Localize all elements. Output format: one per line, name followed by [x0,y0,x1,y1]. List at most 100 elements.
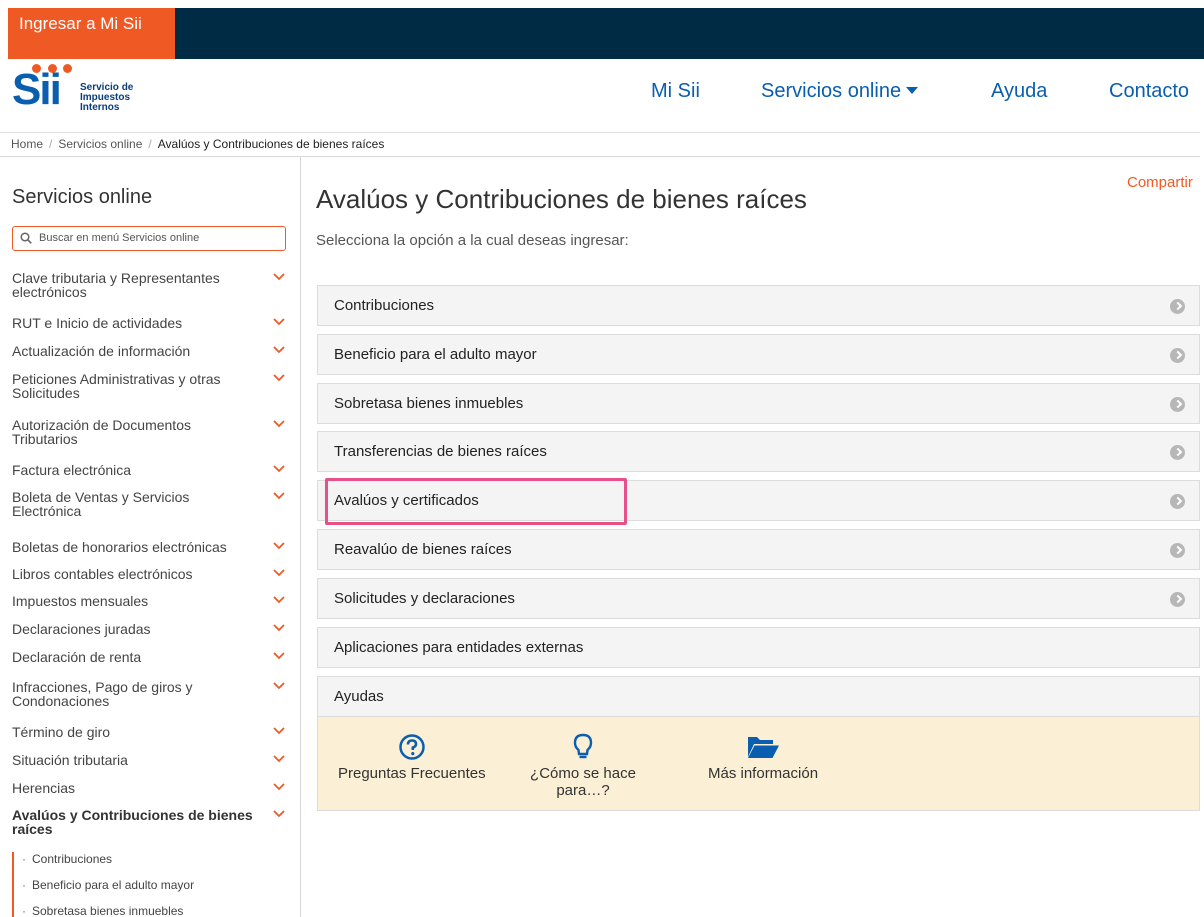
sidebar-item-label: Actualización de información [12,343,191,359]
search-placeholder: Buscar en menú Servicios online [39,232,200,244]
nav-mi-sii[interactable]: Mi Sii [651,80,700,103]
sidebar-item[interactable]: Término de giro [12,725,297,739]
chevron-down-icon [273,374,285,382]
bullet: · [22,904,26,917]
sidebar-subitem-label: Beneficio para el adulto mayor [32,878,195,892]
sidebar-submenu: · Contribuciones · Beneficio para el adulto… [12,852,282,917]
sidebar-item-label: Situación tributaria [12,752,128,768]
nav-servicios-online[interactable]: Servicios online [761,80,919,103]
accordion-item[interactable]: Solicitudes y declaraciones [317,578,1200,619]
accordion-label: Solicitudes y declaraciones [334,590,515,607]
chevron-down-icon [273,346,285,354]
sidebar-item-label: Libros contables electrónicos [12,566,193,582]
nav-ayuda[interactable]: Ayuda [991,80,1047,103]
logo-dot [48,64,57,73]
sidebar-item[interactable]: Herencias [12,781,297,795]
chevron-right-circle-icon [1170,299,1185,314]
lightbulb-icon [573,733,593,759]
faq-label: Preguntas Frecuentes [338,765,486,782]
highlight-box [325,478,627,525]
bullet: · [22,852,26,866]
sidebar-item[interactable]: Boletas de honorarios electrónicas [12,540,297,554]
sidebar-item[interactable]: RUT e Inicio de actividades [12,316,297,330]
breadcrumb-servicios[interactable]: Servicios online [58,137,142,151]
howto-label-line1: ¿Cómo se hace [530,765,636,782]
sidebar-subitem[interactable]: · Beneficio para el adulto mayor [22,878,282,904]
accordion-label: Ayudas [334,688,384,705]
chevron-down-icon [273,810,285,818]
accordion-label: Aplicaciones para entidades externas [334,639,584,656]
more-info-label: Más información [708,765,819,782]
sidebar-item[interactable]: Boleta de Ventas y Servicios Electrónica [12,490,297,518]
accordion-item[interactable]: Sobretasa bienes inmuebles [317,383,1200,424]
accordion-item[interactable]: Transferencias de bienes raíces [317,431,1200,472]
top-bar: Ingresar a Mi Sii [0,0,1204,59]
sidebar-divider [300,157,301,917]
page-subtitle: Selecciona la opción a la cual deseas in… [316,232,629,249]
sidebar-item[interactable]: Clave tributaria y Representantes electr… [12,271,297,299]
sidebar-item[interactable]: Situación tributaria [12,753,297,767]
accordion-item[interactable]: Contribuciones [317,285,1200,326]
accordion-label: Beneficio para el adulto mayor [334,346,537,363]
accordion-label: Sobretasa bienes inmuebles [334,395,524,412]
sidebar-item[interactable]: Infracciones, Pago de giros y Condonacio… [12,680,297,708]
sii-logo[interactable]: Sii Servicio de Impuestos Internos [12,64,182,120]
login-button[interactable]: Ingresar a Mi Sii [8,8,175,59]
chevron-right-circle-icon [1170,592,1185,607]
chevron-right-circle-icon [1170,348,1185,363]
sidebar-item-label: Clave tributaria y Representantes electr… [12,270,220,300]
logo-dot [32,64,41,73]
chevron-down-icon [273,596,285,604]
breadcrumb-current: Avalúos y Contribuciones de bienes raíce… [157,137,385,151]
sidebar-item-label: Declaraciones juradas [12,621,151,637]
sidebar-item-label: Factura electrónica [12,462,132,478]
sidebar-item-label: Infracciones, Pago de giros y Condonacio… [12,679,193,709]
sidebar-item[interactable]: Autorización de Documentos Tributarios [12,418,297,446]
help-panel: Preguntas Frecuentes ¿Cómo se hace para…… [317,717,1200,811]
chevron-down-icon [273,624,285,632]
nav-contacto[interactable]: Contacto [1109,80,1189,103]
sidebar-item[interactable]: Impuestos mensuales [12,594,297,608]
accordion-item[interactable]: Reavalúo de bienes raíces [317,529,1200,570]
chevron-down-icon [273,273,285,281]
breadcrumb-home[interactable]: Home [11,137,43,151]
sidebar-item[interactable]: Factura electrónica [12,463,297,477]
sidebar-subitem[interactable]: · Sobretasa bienes inmuebles [22,904,282,917]
sidebar-item-label: RUT e Inicio de actividades [12,315,183,331]
page-title: Avalúos y Contribuciones de bienes raíce… [316,184,807,214]
sidebar-item[interactable]: Libros contables electrónicos [12,567,297,581]
chevron-down-icon [273,465,285,473]
chevron-right-circle-icon [1170,543,1185,558]
share-link[interactable]: Compartir [1127,174,1193,191]
howto-link[interactable]: ¿Cómo se hace para…? [525,733,641,799]
question-circle-icon [399,734,425,760]
accordion-item[interactable]: Beneficio para el adulto mayor [317,334,1200,375]
accordion-item[interactable]: Aplicaciones para entidades externas [317,627,1200,668]
sidebar-subitem[interactable]: · Contribuciones [22,852,282,878]
search-icon [20,232,32,244]
sidebar-item[interactable]: Declaración de renta [12,650,297,664]
accordion-item[interactable]: Ayudas [317,676,1200,717]
top-bar-background [8,8,1204,59]
chevron-down-icon [273,652,285,660]
sidebar-item[interactable]: Declaraciones juradas [12,622,297,636]
sidebar-search-input[interactable]: Buscar en menú Servicios online [12,226,286,251]
chevron-down-icon [273,318,285,326]
logo-text: Servicio de Impuestos Internos [80,83,133,113]
sidebar-subitem-label: Sobretasa bienes inmuebles [32,904,184,917]
sidebar-item-label: Autorización de Documentos Tributarios [12,417,191,447]
sidebar-item-label: Peticiones Administrativas y otras Solic… [12,371,221,401]
accordion-label: Reavalúo de bienes raíces [334,541,512,558]
sidebar-item-label: Término de giro [12,724,111,740]
chevron-right-circle-icon [1170,494,1185,509]
more-info-link[interactable]: Más información [708,733,818,782]
sidebar-item[interactable]: Actualización de información [12,344,297,358]
logo-text-line: Internos [80,102,120,113]
faq-link[interactable]: Preguntas Frecuentes [338,733,486,782]
logo-wordmark: Sii [12,65,62,114]
breadcrumb: Home / Servicios online / Avalúos y Contribu… [0,132,1200,157]
sidebar-item[interactable]: Avalúos y Contribuciones de bienes raíce… [12,808,297,836]
chevron-down-icon [273,682,285,690]
sidebar-item[interactable]: Peticiones Administrativas y otras Solic… [12,372,297,400]
chevron-down-icon [273,755,285,763]
